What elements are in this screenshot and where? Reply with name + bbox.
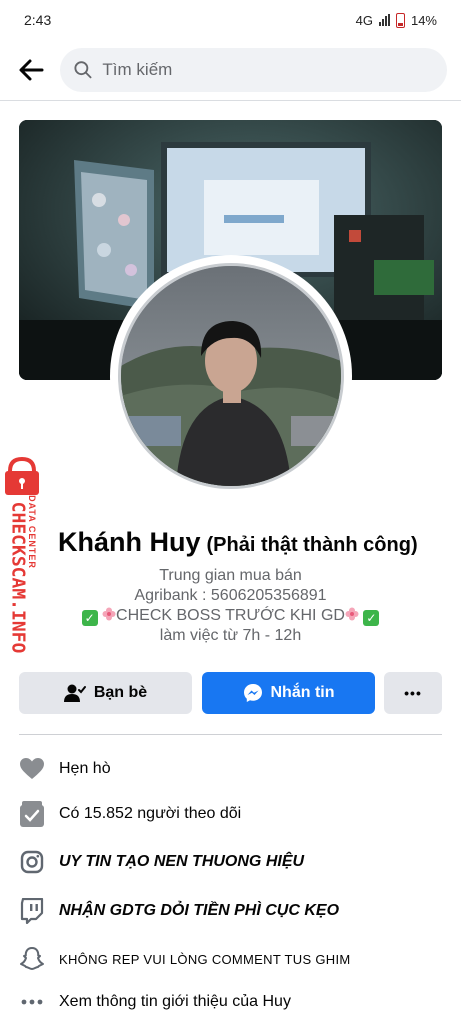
battery-icon xyxy=(395,12,405,28)
watermark-sub: DATA CENTER xyxy=(27,495,37,569)
status-time: 2:43 xyxy=(24,12,52,28)
bio-line-3-row: ✓ CHECK BOSS TRƯỚC KHI GD ✓ xyxy=(0,606,461,626)
instagram-icon xyxy=(19,849,45,875)
flower-icon xyxy=(102,607,116,621)
search-input[interactable] xyxy=(102,60,433,80)
avatar-image xyxy=(121,266,341,486)
flower-icon xyxy=(345,607,359,621)
more-dots-icon xyxy=(19,989,45,1015)
section-divider xyxy=(19,734,442,735)
detail-text: Xem thông tin giới thiệu của Huy xyxy=(59,993,291,1010)
followers-icon xyxy=(19,801,45,827)
bio-line-1: Trung gian mua bán xyxy=(159,567,302,584)
detail-snapchat[interactable]: KHÔNG REP VUI LÒNG COMMENT TUS GHIM xyxy=(19,944,442,974)
bio-line-2: Agribank : 5606205356891 xyxy=(134,587,327,604)
detail-dating[interactable]: Hẹn hò xyxy=(19,754,442,784)
more-dots-icon: ••• xyxy=(404,685,422,701)
twitch-icon xyxy=(19,898,45,924)
profile-name-row: Khánh Huy (Phải thật thành công) xyxy=(58,527,418,558)
detail-text: Hẹn hò xyxy=(59,760,111,777)
messenger-icon xyxy=(243,684,262,702)
friend-check-icon xyxy=(63,684,86,702)
detail-see-about[interactable]: Xem thông tin giới thiệu của Huy xyxy=(19,987,442,1017)
heart-icon xyxy=(19,756,45,782)
profile-nickname: (Phải thật thành công) xyxy=(206,534,418,556)
network-type: 4G xyxy=(355,12,373,28)
checkmark-icon: ✓ xyxy=(363,610,380,626)
detail-followers[interactable]: Có 15.852 người theo dõi xyxy=(19,799,442,829)
search-icon xyxy=(74,61,92,79)
friends-button[interactable]: Bạn bè xyxy=(19,672,192,714)
header-divider xyxy=(0,100,461,101)
checkmark-icon: ✓ xyxy=(81,610,98,626)
detail-text: UY TIN TẠO NEN THUONG HIỆU xyxy=(59,853,305,870)
bio-line-4: làm việc từ 7h - 12h xyxy=(159,627,302,644)
profile-name: Khánh Huy xyxy=(58,527,201,557)
more-options-button[interactable]: ••• xyxy=(384,672,442,714)
battery-level: 14% xyxy=(410,12,437,28)
top-bar xyxy=(0,44,461,96)
status-bar: 2:43 4G 14% xyxy=(0,0,461,40)
back-arrow-icon xyxy=(19,59,44,81)
bio-line-3: CHECK BOSS TRƯỚC KHI GD xyxy=(116,607,345,624)
detail-text: NHẬN GDTG DỎI TIỀN PHÌ CỤC KẸO xyxy=(59,902,340,919)
detail-instagram[interactable]: UY TIN TẠO NEN THUONG HIỆU xyxy=(19,847,442,877)
message-button[interactable]: Nhắn tin xyxy=(202,672,375,714)
status-indicators: 4G 14% xyxy=(355,12,437,28)
search-bar[interactable] xyxy=(60,48,447,92)
friends-button-label: Bạn bè xyxy=(93,684,148,701)
snapchat-icon xyxy=(19,946,45,972)
back-button[interactable] xyxy=(14,53,48,87)
detail-twitch[interactable]: NHẬN GDTG DỎI TIỀN PHÌ CỤC KẸO xyxy=(19,896,442,926)
message-button-label: Nhắn tin xyxy=(270,684,335,701)
profile-avatar[interactable] xyxy=(110,255,352,497)
signal-icon xyxy=(378,14,390,26)
detail-text: KHÔNG REP VUI LÒNG COMMENT TUS GHIM xyxy=(59,951,351,967)
profile-bio: Trung gian mua bán Agribank : 5606205356… xyxy=(0,566,461,646)
detail-text: Có 15.852 người theo dõi xyxy=(59,805,242,822)
